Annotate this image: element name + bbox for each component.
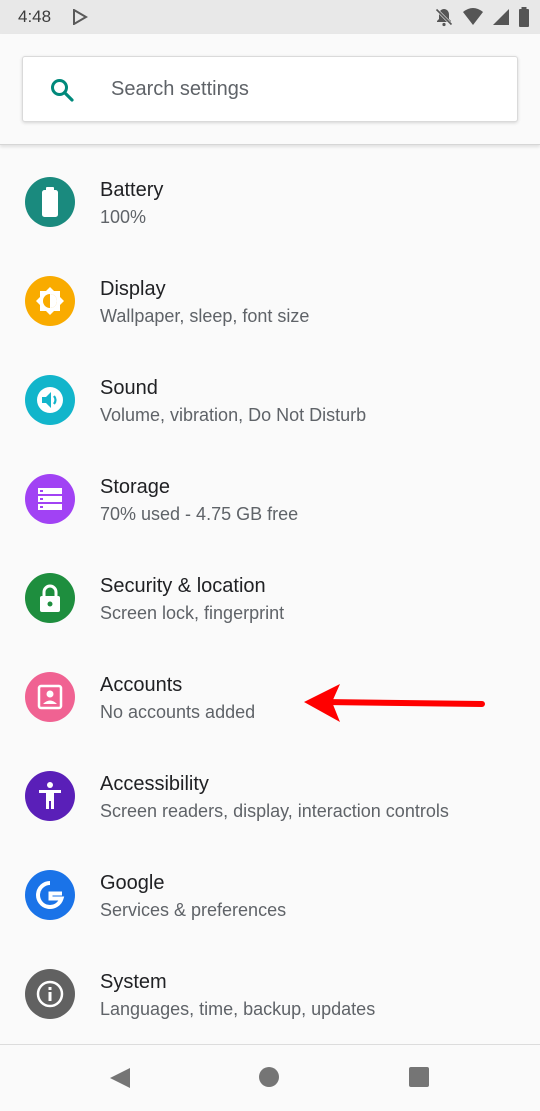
accessibility-icon xyxy=(25,771,75,821)
battery-icon xyxy=(518,7,530,32)
item-title: Sound xyxy=(100,377,158,399)
volume-icon xyxy=(25,375,75,425)
item-subtitle: Screen lock, fingerprint xyxy=(100,603,285,623)
play-store-icon xyxy=(72,8,88,30)
lock-icon xyxy=(25,573,75,623)
settings-item-sound[interactable]: Sound Volume, vibration, Do Not Disturb xyxy=(0,344,540,443)
settings-item-battery[interactable]: Battery 100% xyxy=(0,146,540,245)
storage-icon xyxy=(25,474,75,524)
item-title: Accounts xyxy=(100,674,183,696)
item-title: Battery xyxy=(100,179,164,201)
item-subtitle: Wallpaper, sleep, font size xyxy=(100,306,310,326)
home-icon[interactable] xyxy=(259,1067,279,1087)
navigation-bar xyxy=(0,1044,540,1111)
settings-item-google[interactable]: Google Services & preferences xyxy=(0,839,540,938)
battery-icon xyxy=(25,177,75,227)
item-subtitle: Services & preferences xyxy=(100,900,287,920)
item-subtitle: Screen readers, display, interaction con… xyxy=(100,801,449,821)
info-icon xyxy=(25,969,75,1019)
status-icons xyxy=(434,7,530,32)
item-subtitle: No accounts added xyxy=(100,702,256,722)
recent-apps-icon[interactable] xyxy=(409,1067,429,1087)
item-subtitle: 100% xyxy=(100,207,147,227)
status-time: 4:48 xyxy=(18,7,52,26)
item-subtitle: Languages, time, backup, updates xyxy=(100,999,376,1019)
settings-item-storage[interactable]: Storage 70% used - 4.75 GB free xyxy=(0,443,540,542)
search-icon xyxy=(49,77,75,108)
item-title: Display xyxy=(100,278,166,300)
settings-item-accessibility[interactable]: Accessibility Screen readers, display, i… xyxy=(0,740,540,839)
settings-item-display[interactable]: Display Wallpaper, sleep, font size xyxy=(0,245,540,344)
status-bar: 4:48 xyxy=(0,0,540,34)
item-subtitle: Volume, vibration, Do Not Disturb xyxy=(100,405,367,425)
wifi-icon xyxy=(462,8,484,31)
search-header: Search settings xyxy=(0,34,540,145)
item-title: Security & location xyxy=(100,575,266,597)
item-title: Storage xyxy=(100,476,171,498)
item-title: Accessibility xyxy=(100,773,209,795)
google-icon xyxy=(25,870,75,920)
settings-item-security-location[interactable]: Security & location Screen lock, fingerp… xyxy=(0,542,540,641)
notifications-off-icon xyxy=(434,7,454,32)
search-placeholder: Search settings xyxy=(111,78,249,100)
settings-item-system[interactable]: System Languages, time, backup, updates xyxy=(0,938,540,1037)
item-title: System xyxy=(100,971,167,993)
search-input[interactable]: Search settings xyxy=(22,56,518,122)
cell-signal-icon xyxy=(492,8,510,31)
item-subtitle: 70% used - 4.75 GB free xyxy=(100,504,299,524)
brightness-icon xyxy=(25,276,75,326)
item-title: Google xyxy=(100,872,165,894)
settings-list: Battery 100% Display Wallpaper, sleep, f… xyxy=(0,146,540,1037)
account-box-icon xyxy=(25,672,75,722)
red-arrow-icon xyxy=(300,680,490,733)
back-icon[interactable] xyxy=(108,1066,132,1095)
